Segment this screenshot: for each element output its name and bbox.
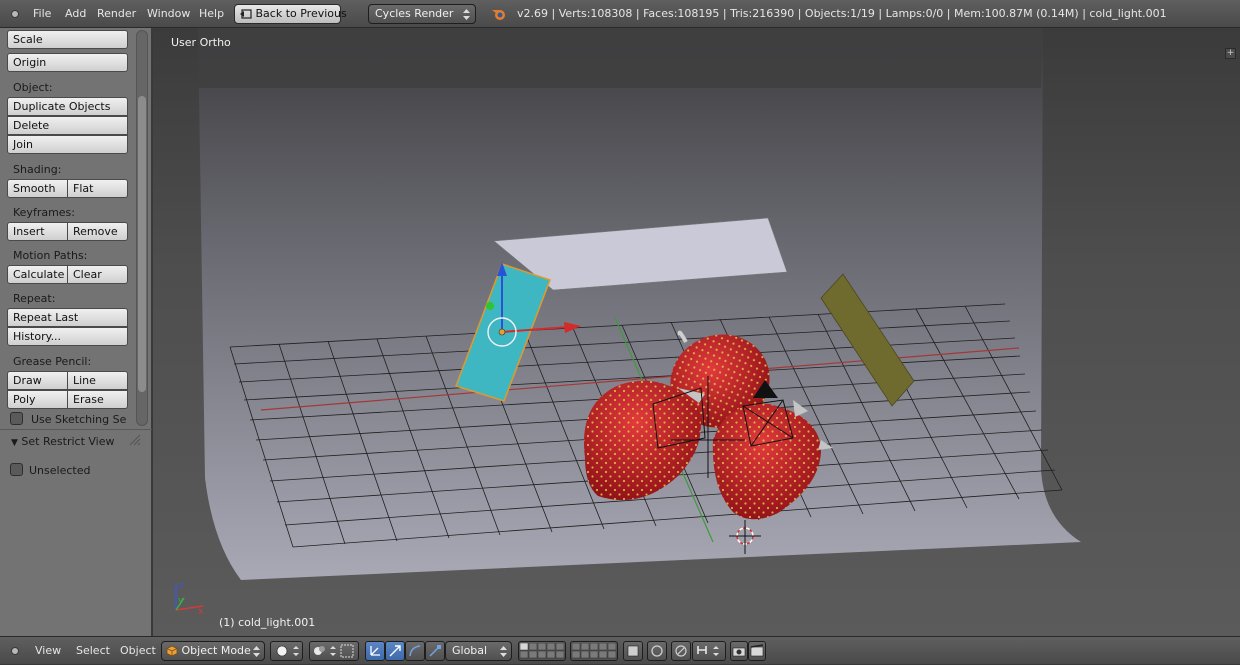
layer-grid-icon: [519, 642, 565, 659]
transform-orientation-dropdown[interactable]: Global: [445, 641, 512, 661]
menu-add[interactable]: Add: [65, 0, 86, 28]
repeat-section-label: Repeat:: [13, 292, 56, 305]
updown-arrows-icon: [500, 646, 507, 657]
shading-section-label: Shading:: [13, 163, 62, 176]
origin-button[interactable]: Origin: [7, 53, 128, 72]
keyframes-section-label: Keyframes:: [13, 206, 75, 219]
film-clapper-icon: [750, 644, 764, 657]
menu-view[interactable]: View: [35, 637, 61, 665]
render-image-button[interactable]: [730, 641, 748, 661]
object-section-label: Object:: [13, 81, 53, 94]
insert-keyframe-button[interactable]: Insert: [7, 222, 68, 241]
set-restrict-view-panel-header[interactable]: ▼ Set Restrict View: [11, 435, 114, 448]
menu-window[interactable]: Window: [147, 0, 190, 28]
render-engine-label: Cycles Render: [375, 7, 454, 20]
panel-divider: [0, 429, 152, 430]
render-engine-dropdown[interactable]: Cycles Render: [368, 4, 476, 24]
menu-help[interactable]: Help: [199, 0, 224, 28]
render-circle-icon: [651, 645, 663, 657]
blender-logo-icon: [491, 0, 507, 28]
menu-select[interactable]: Select: [76, 637, 110, 665]
lock-camera-layers-button[interactable]: [623, 641, 643, 661]
pivot-icon: [314, 644, 354, 658]
layer-grid-icon: [571, 642, 617, 659]
svg-text:x: x: [198, 607, 204, 617]
menu-render[interactable]: Render: [97, 0, 136, 28]
editor-type-icon[interactable]: [11, 0, 19, 28]
snap-magnet-icon: [697, 646, 719, 656]
viewport-shading-dropdown[interactable]: [270, 641, 303, 661]
orientation-axes-widget: z x y: [175, 581, 204, 617]
3d-viewport[interactable]: z x y User Ortho (1) cold_light.001 +: [153, 28, 1240, 636]
scene-layers-left[interactable]: [518, 641, 566, 661]
snap-element-dropdown[interactable]: [692, 641, 726, 661]
use-sketching-checkbox[interactable]: [10, 412, 23, 425]
editor-type-button-icon[interactable]: [11, 637, 19, 665]
object-mode-cube-icon: [166, 645, 178, 657]
proportional-edit-icon: [675, 645, 687, 657]
translate-arrow-icon: [389, 645, 401, 657]
erase-button[interactable]: Erase: [67, 390, 128, 409]
join-button[interactable]: Join: [7, 135, 128, 154]
draw-button[interactable]: Draw: [7, 371, 68, 390]
remove-keyframe-button[interactable]: Remove: [67, 222, 128, 241]
unselected-checkbox[interactable]: [10, 463, 23, 476]
render-border-button[interactable]: [647, 641, 667, 661]
scene-canvas[interactable]: z x y: [153, 28, 1240, 636]
back-to-previous-button[interactable]: Back to Previous: [234, 4, 347, 24]
interaction-mode-label: Object Mode: [181, 644, 251, 657]
3d-view-header: View Select Object Object Mode Global: [0, 636, 1240, 664]
delete-button[interactable]: Delete: [7, 116, 128, 135]
flat-button[interactable]: Flat: [67, 179, 128, 198]
info-header: File Add Render Window Help Back to Prev…: [0, 0, 1240, 28]
updown-arrows-icon: [253, 646, 260, 657]
tool-shelf: Scale Origin Object: Duplicate Objects D…: [0, 28, 152, 636]
back-to-previous-label: Back to Previous: [255, 7, 347, 20]
collapse-triangle-icon: ▼: [11, 438, 18, 448]
panel-drag-handle-icon[interactable]: [128, 433, 142, 447]
transform-manipulator-toggle[interactable]: [365, 641, 385, 661]
svg-text:z: z: [179, 581, 184, 591]
repeat-last-button[interactable]: Repeat Last: [7, 308, 128, 327]
scene-layers-right[interactable]: [570, 641, 618, 661]
duplicate-objects-button[interactable]: Duplicate Objects: [7, 97, 128, 116]
render-animation-button[interactable]: [748, 641, 766, 661]
transform-orientation-label: Global: [452, 644, 488, 657]
history-button[interactable]: History...: [7, 327, 128, 346]
poly-button[interactable]: Poly: [7, 390, 68, 409]
view-name-label: User Ortho: [171, 36, 231, 49]
camera-icon: [732, 647, 746, 657]
calculate-button[interactable]: Calculate: [7, 265, 68, 284]
updown-arrows-icon: [463, 9, 470, 20]
scale-handle-icon: [429, 645, 441, 657]
grease-pencil-section-label: Grease Pencil:: [13, 355, 92, 368]
use-sketching-label: Use Sketching Sessi: [31, 413, 127, 426]
scale-manipulator-button[interactable]: [425, 641, 445, 661]
smooth-button[interactable]: Smooth: [7, 179, 68, 198]
clear-button[interactable]: Clear: [67, 265, 128, 284]
active-object-label: (1) cold_light.001: [219, 616, 316, 629]
proportional-editing-button[interactable]: [671, 641, 691, 661]
menu-object[interactable]: Object: [120, 637, 156, 665]
interaction-mode-dropdown[interactable]: Object Mode: [161, 641, 265, 661]
unselected-label: Unselected: [29, 464, 91, 477]
pivot-point-dropdown[interactable]: [309, 641, 359, 661]
scale-button[interactable]: Scale: [7, 30, 128, 49]
translate-manipulator-button[interactable]: [385, 641, 405, 661]
manipulator-icon: [370, 646, 380, 656]
shelf-scrollbar-thumb[interactable]: [138, 96, 146, 392]
screen-back-icon: [240, 8, 252, 19]
rotate-manipulator-button[interactable]: [405, 641, 425, 661]
layer-lock-icon: [627, 645, 639, 657]
rotate-arc-icon: [409, 645, 421, 657]
line-button[interactable]: Line: [67, 371, 128, 390]
set-restrict-view-label: Set Restrict View: [21, 435, 115, 448]
properties-toggle-icon[interactable]: +: [1225, 48, 1236, 59]
menu-file[interactable]: File: [33, 0, 51, 28]
svg-text:y: y: [178, 596, 184, 606]
scene-statistics: v2.69 | Verts:108308 | Faces:108195 | Tr…: [517, 7, 1167, 20]
solid-shading-icon: [276, 645, 299, 657]
motion-paths-section-label: Motion Paths:: [13, 249, 88, 262]
